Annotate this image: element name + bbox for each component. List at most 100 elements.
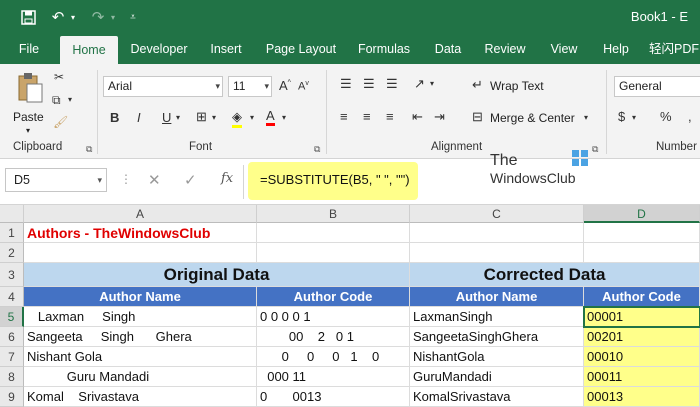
cell-c4[interactable]: Author Name [410,287,584,307]
row-header-9[interactable]: 9 [0,387,24,407]
customize-qat-icon[interactable]: ⩡ [126,7,140,27]
font-launcher-icon[interactable]: ⧉ [314,144,320,155]
cell-d9[interactable]: 00013 [584,387,700,407]
row-header-3[interactable]: 3 [0,263,24,287]
fill-color-icon[interactable]: ◈ [232,109,242,128]
cell-a2[interactable] [24,243,257,263]
insert-function-icon[interactable]: fx [221,171,233,186]
tab-insert[interactable]: Insert [202,34,250,64]
tab-data[interactable]: Data [428,34,468,64]
alignment-launcher-icon[interactable]: ⧉ [592,144,598,155]
cell-c8[interactable]: GuruMandadi [410,367,584,387]
cell-a4[interactable]: Author Name [24,287,257,307]
tab-pdf[interactable]: 轻闪PDF [648,34,700,64]
copy-icon[interactable]: ⧉ [52,93,61,108]
cell-b6[interactable]: 00 2 0 1 [257,327,410,347]
corrected-data-title[interactable]: Corrected Data [410,263,700,287]
tab-help[interactable]: Help [596,34,636,64]
cell-c9[interactable]: KomalSrivastava [410,387,584,407]
bottom-align-icon[interactable]: ☰ [386,76,398,92]
select-all-corner[interactable] [0,205,24,223]
row-header-1[interactable]: 1 [0,223,24,243]
row-header-7[interactable]: 7 [0,347,24,367]
font-name-combo[interactable]: Arial ▾ [103,76,223,97]
cell-b7[interactable]: 0 0 0 1 0 [257,347,410,367]
redo-dropdown-icon[interactable]: ▾ [108,7,118,27]
cell-d4[interactable]: Author Code [584,287,700,307]
save-icon[interactable] [18,7,38,27]
fill-color-dropdown-icon[interactable]: ▾ [250,113,254,122]
cell-d7[interactable]: 00010 [584,347,700,367]
wrap-text-button[interactable]: ↵ Wrap Text [470,76,580,96]
paste-dropdown-icon[interactable]: ▾ [26,126,30,135]
decrease-indent-icon[interactable]: ⇤ [412,109,423,125]
row-header-6[interactable]: 6 [0,327,24,347]
align-right-icon[interactable]: ≡ [386,109,394,124]
column-header-b[interactable]: B [257,205,410,223]
cell-a5[interactable]: Laxman Singh [24,307,257,327]
tab-file[interactable]: File [8,34,50,64]
cell-c5[interactable]: LaxmanSingh [410,307,584,327]
cell-d2[interactable] [584,243,700,263]
font-color-dropdown-icon[interactable]: ▾ [282,113,286,122]
cell-b2[interactable] [257,243,410,263]
undo-icon[interactable]: ↶ [48,7,68,27]
middle-align-icon[interactable]: ☰ [363,76,375,92]
font-color-icon[interactable]: A [266,108,275,126]
row-header-2[interactable]: 2 [0,243,24,263]
undo-dropdown-icon[interactable]: ▾ [68,7,78,27]
tab-developer[interactable]: Developer [124,34,194,64]
redo-icon[interactable]: ↷ [88,7,108,27]
clipboard-launcher-icon[interactable]: ⧉ [86,144,92,155]
cell-a9[interactable]: Komal Srivastava [24,387,257,407]
cut-icon[interactable]: ✂ [54,70,64,84]
merge-center-button[interactable]: ⊟ Merge & Center ▾ [470,108,596,128]
align-center-icon[interactable]: ≡ [363,109,371,124]
cell-a7[interactable]: Nishant Gola [24,347,257,367]
increase-font-icon[interactable]: A^ [279,78,291,93]
row-header-8[interactable]: 8 [0,367,24,387]
bold-button[interactable]: B [110,110,119,125]
orientation-icon[interactable]: ↗ [414,76,425,92]
cell-c6[interactable]: SangeetaSinghGhera [410,327,584,347]
name-box[interactable]: D5 ▾ [5,168,107,192]
cell-b1[interactable] [257,223,410,243]
top-align-icon[interactable]: ☰ [340,76,352,92]
borders-dropdown-icon[interactable]: ▾ [212,113,216,122]
row-header-5[interactable]: 5 [0,307,24,327]
column-header-d[interactable]: D [584,205,700,223]
cell-c7[interactable]: NishantGola [410,347,584,367]
number-format-combo[interactable]: General [614,76,700,97]
cell-c1[interactable] [410,223,584,243]
cell-d6[interactable]: 00201 [584,327,700,347]
cell-b9[interactable]: 0 0013 [257,387,410,407]
cell-b5[interactable]: 0 0 0 0 1 [257,307,410,327]
cell-b4[interactable]: Author Code [257,287,410,307]
comma-icon[interactable]: , [688,109,692,124]
cell-a1[interactable]: Authors - TheWindowsClub [24,223,257,243]
tab-home[interactable]: Home [60,36,118,64]
align-left-icon[interactable]: ≡ [340,109,348,124]
enter-icon[interactable]: ✓ [184,171,197,189]
cell-b8[interactable]: 000 11 [257,367,410,387]
paste-button[interactable]: Paste ▾ [10,70,50,136]
column-header-a[interactable]: A [24,205,257,223]
font-size-combo[interactable]: 11 ▾ [228,76,272,97]
borders-icon[interactable]: ⊞ [196,109,207,125]
underline-dropdown-icon[interactable]: ▾ [176,113,180,122]
original-data-title[interactable]: Original Data [24,263,410,287]
tab-page-layout[interactable]: Page Layout [260,34,342,64]
cell-d1[interactable] [584,223,700,243]
format-painter-icon[interactable]: 🖌 [53,115,68,129]
currency-dropdown-icon[interactable]: ▾ [632,113,636,122]
underline-button[interactable]: U [162,110,171,125]
tab-view[interactable]: View [542,34,586,64]
orientation-dropdown-icon[interactable]: ▾ [430,79,434,88]
cell-c2[interactable] [410,243,584,263]
tab-review[interactable]: Review [478,34,532,64]
cell-d8[interactable]: 00011 [584,367,700,387]
decrease-font-icon[interactable]: Av [298,80,309,93]
cancel-icon[interactable]: ✕ [148,171,161,189]
copy-dropdown-icon[interactable]: ▾ [68,95,72,104]
currency-icon[interactable]: $ [618,109,625,124]
